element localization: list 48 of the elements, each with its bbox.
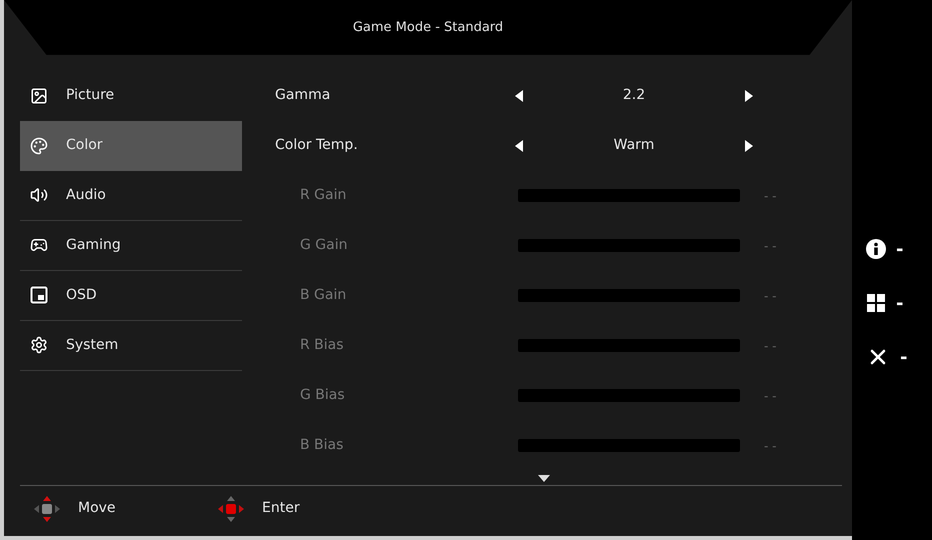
setting-label: R Gain — [299, 186, 348, 206]
slider-track[interactable] — [518, 239, 740, 252]
palette-icon — [30, 136, 48, 155]
setting-label: R Bias — [299, 336, 345, 356]
hint-label: Move — [78, 499, 116, 518]
hotkey-label: - — [896, 238, 904, 262]
menu-item[interactable]: Gaming — [20, 220, 242, 271]
right-arrow-icon[interactable] — [745, 140, 753, 152]
slider-track[interactable] — [518, 189, 740, 202]
slider-reading: - - — [764, 388, 776, 405]
settings-icon — [30, 336, 48, 354]
picture-icon — [30, 86, 48, 105]
hotkey-label: - — [900, 346, 908, 370]
slider-track[interactable] — [518, 389, 740, 402]
setting-label: G Bias — [299, 386, 346, 406]
menu-item[interactable]: System — [20, 320, 242, 371]
setting-value: Warm — [612, 136, 656, 156]
menu-item[interactable]: OSD — [20, 270, 242, 321]
setting-label: Color Temp. — [275, 136, 359, 156]
slider-track[interactable] — [518, 289, 740, 302]
hotkey-label: - — [896, 292, 904, 316]
setting-value: 2.2 — [622, 86, 646, 106]
grid-icon — [866, 293, 886, 313]
slider-reading: - - — [764, 188, 776, 205]
slider-reading: - - — [764, 238, 776, 255]
slider-track[interactable] — [518, 339, 740, 352]
window-title: Game Mode - Standard — [352, 18, 504, 37]
left-arrow-icon[interactable] — [515, 90, 523, 102]
speaker-icon — [30, 186, 48, 204]
setting-label: Gamma — [275, 86, 332, 106]
slider-reading: - - — [764, 338, 776, 355]
hint-label: Enter — [262, 499, 300, 518]
setting-label: G Gain — [299, 236, 348, 256]
left-arrow-icon[interactable] — [515, 140, 523, 152]
setting-label: B Gain — [299, 286, 348, 306]
dpad-enter-icon — [216, 494, 246, 524]
scroll-down-arrow-icon[interactable] — [538, 474, 550, 482]
menu-item[interactable]: Color — [20, 120, 242, 171]
menu-item[interactable]: Picture — [20, 70, 242, 121]
window-icon — [30, 286, 48, 304]
menu-item[interactable]: Audio — [20, 170, 242, 221]
info-icon — [866, 239, 886, 259]
setting-label: B Bias — [299, 436, 344, 456]
slider-track[interactable] — [518, 439, 740, 452]
dpad-move-icon — [32, 494, 62, 524]
slider-reading: - - — [764, 288, 776, 305]
slider-reading: - - — [764, 438, 776, 455]
right-arrow-icon[interactable] — [745, 90, 753, 102]
